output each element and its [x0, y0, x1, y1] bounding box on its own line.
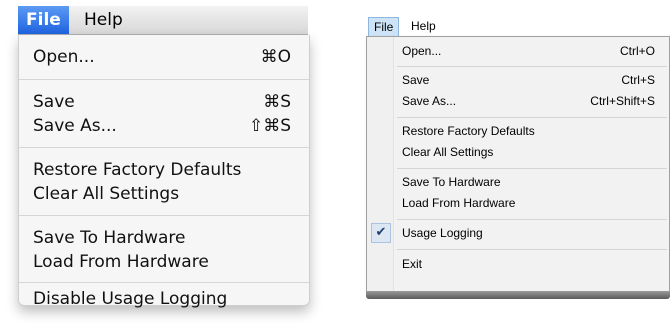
menu-item-label: Disable Usage Logging [33, 289, 228, 309]
menu-item-shortcut: ⌘O [260, 47, 291, 67]
menu-item-label: Load From Hardware [402, 196, 516, 210]
win-menu-item-usage-logging[interactable]: Usage Logging [402, 223, 655, 243]
menu-item-label: Clear All Settings [33, 184, 180, 204]
mac-menu-item-load-from-hardware[interactable]: Load From Hardware [33, 250, 291, 274]
win-menubar-help[interactable]: Help [411, 17, 436, 35]
menu-separator [397, 219, 667, 220]
win-menubar: File Help [366, 16, 670, 37]
menu-separator [397, 66, 667, 67]
mac-menu-item-save-as[interactable]: Save As... ⇧⌘S [33, 114, 291, 138]
menu-separator [397, 117, 667, 118]
win-menu-panel: Open... Ctrl+O Save Ctrl+S Save As... Ct… [366, 36, 670, 292]
win-menu-item-open[interactable]: Open... Ctrl+O [402, 41, 655, 61]
menu-item-label: Save As... [33, 116, 117, 136]
win-menubar-file[interactable]: File [368, 17, 400, 37]
menu-item-label: Exit [402, 257, 423, 271]
menu-item-shortcut: ⌘S [263, 92, 291, 112]
mac-menubar-help[interactable]: Help [84, 6, 123, 34]
mac-menu-item-open[interactable]: Open... ⌘O [33, 45, 291, 69]
menu-item-shortcut: Ctrl+Shift+S [590, 94, 655, 108]
mac-menu-item-disable-usage-logging[interactable]: Disable Usage Logging [33, 287, 291, 311]
menu-item-label: Save To Hardware [33, 228, 186, 248]
win-menu-item-exit[interactable]: Exit [402, 254, 655, 274]
mac-menubar-file[interactable]: File [18, 6, 69, 34]
menu-separator [397, 168, 667, 169]
menu-separator [19, 147, 309, 148]
mac-file-menu: File Help Open... ⌘O Save ⌘S Save As... … [18, 6, 323, 316]
mac-menu-item-save-to-hardware[interactable]: Save To Hardware [33, 226, 291, 250]
menu-item-label: Open... [402, 44, 442, 58]
mac-menubar: File Help [18, 6, 308, 35]
menu-item-label: Clear All Settings [402, 145, 494, 159]
menu-item-shortcut: ⇧⌘S [248, 116, 291, 136]
menu-item-label: Restore Factory Defaults [33, 160, 242, 180]
menu-item-label: Load From Hardware [33, 252, 209, 272]
menu-item-label: Save [33, 92, 75, 112]
win-menu-item-save[interactable]: Save Ctrl+S [402, 70, 655, 90]
mac-menu-item-restore-factory-defaults[interactable]: Restore Factory Defaults [33, 158, 291, 182]
menu-separator [19, 282, 309, 283]
menu-icon-gutter [367, 37, 394, 291]
menu-item-shortcut: Ctrl+S [621, 73, 655, 87]
checkmark-icon: ✔ [371, 223, 391, 243]
menu-separator [19, 79, 309, 80]
mac-menu-item-clear-all-settings[interactable]: Clear All Settings [33, 182, 291, 206]
win-menu-item-load-from-hardware[interactable]: Load From Hardware [402, 193, 655, 213]
menu-item-label: Open... [33, 47, 95, 67]
background-window-edge [366, 291, 670, 299]
menu-item-label: Save [402, 73, 430, 87]
menu-item-label: Save To Hardware [402, 175, 501, 189]
win-menu-item-clear-all-settings[interactable]: Clear All Settings [402, 142, 655, 162]
win-menu-item-save-to-hardware[interactable]: Save To Hardware [402, 172, 655, 192]
win-menu-item-save-as[interactable]: Save As... Ctrl+Shift+S [402, 91, 655, 111]
menu-item-label: Restore Factory Defaults [402, 124, 535, 138]
mac-menu-item-save[interactable]: Save ⌘S [33, 90, 291, 114]
menu-item-label: Usage Logging [402, 226, 483, 240]
menu-item-label: Save As... [402, 94, 457, 108]
menu-separator [19, 215, 309, 216]
win-file-menu: File Help Open... Ctrl+O Save Ctrl+S Sav… [366, 16, 670, 306]
menu-separator [397, 249, 667, 250]
menu-item-shortcut: Ctrl+O [619, 44, 655, 58]
mac-menu-panel: Open... ⌘O Save ⌘S Save As... ⇧⌘S Restor… [18, 35, 310, 309]
win-menu-item-restore-factory-defaults[interactable]: Restore Factory Defaults [402, 121, 655, 141]
